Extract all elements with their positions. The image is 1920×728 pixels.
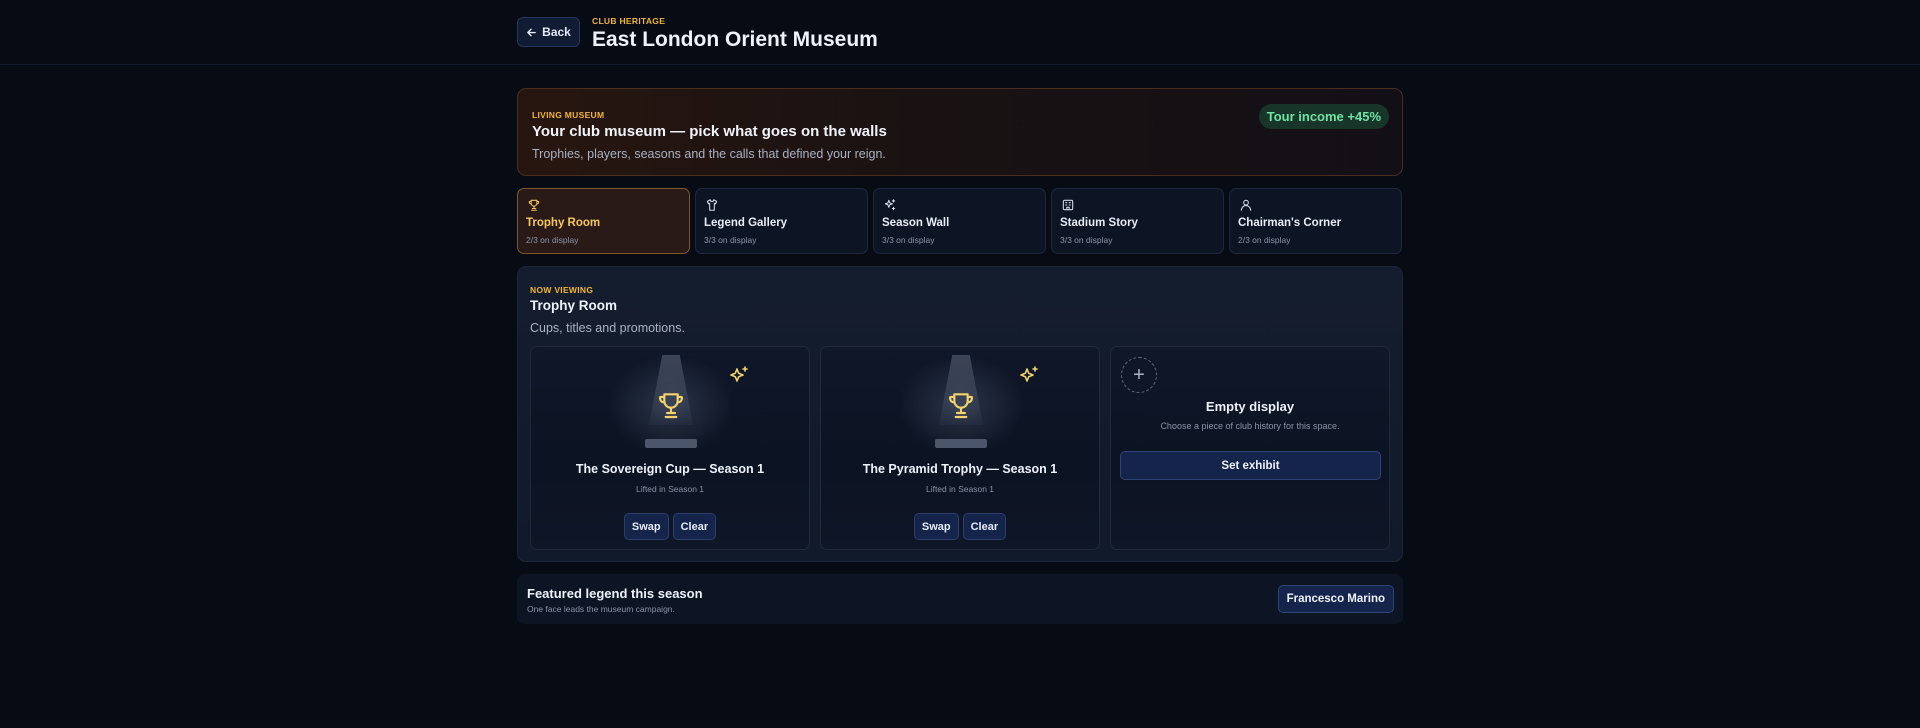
tab-label: Chairman's Corner [1238, 217, 1342, 229]
trophy-icon [949, 393, 973, 419]
panel-subtitle: Cups, titles and promotions. [530, 321, 685, 335]
hero-subtitle: Trophies, players, seasons and the calls… [532, 147, 886, 161]
tab-count: 3/3 on display [1060, 235, 1113, 245]
page-kicker: CLUB HERITAGE [592, 16, 666, 26]
user-icon [1240, 199, 1252, 211]
tab-count: 3/3 on display [704, 235, 757, 245]
swap-button[interactable]: Swap [913, 513, 959, 540]
empty-subtitle: Choose a piece of club history for this … [1160, 421, 1340, 431]
exhibit-subtitle: Lifted in Season 1 [635, 484, 705, 494]
featured-legend-bar: Featured legend this season One face lea… [517, 574, 1403, 624]
display-plinth [645, 439, 697, 448]
trophy-icon [659, 393, 683, 419]
plus-icon: + [1121, 357, 1157, 393]
shirt-icon [706, 199, 718, 211]
hero-kicker: LIVING MUSEUM [532, 110, 605, 120]
swap-button[interactable]: Swap [623, 513, 669, 540]
tab-label: Season Wall [882, 217, 950, 229]
tab-legend-gallery[interactable]: Legend Gallery 3/3 on display [695, 188, 868, 254]
tab-label: Trophy Room [526, 217, 601, 229]
tab-stadium-story[interactable]: Stadium Story 3/3 on display [1051, 188, 1224, 254]
sparkles-icon [730, 366, 748, 382]
exhibit-title: The Pyramid Trophy — Season 1 [862, 462, 1058, 476]
panel-title: Trophy Room [530, 298, 617, 313]
stadium-icon [1062, 199, 1074, 211]
back-label: Back [542, 25, 571, 39]
tab-label: Stadium Story [1060, 217, 1138, 229]
display-plinth [935, 439, 987, 448]
tab-trophy-room[interactable]: Trophy Room 2/3 on display [517, 188, 690, 254]
set-exhibit-button[interactable]: Set exhibit [1120, 451, 1381, 480]
sparkles-icon [1020, 366, 1038, 382]
exhibit-subtitle: Lifted in Season 1 [925, 484, 995, 494]
exhibit-card: The Sovereign Cup — Season 1 Lifted in S… [530, 346, 810, 550]
page-title: East London Orient Museum [592, 28, 878, 51]
panel-kicker: NOW VIEWING [530, 285, 594, 295]
featured-title: Featured legend this season [527, 586, 703, 601]
tab-label: Legend Gallery [704, 217, 788, 229]
back-button[interactable]: Back [517, 17, 580, 47]
clear-button[interactable]: Clear [672, 513, 717, 540]
now-viewing-panel: NOW VIEWING Trophy Room Cups, titles and… [517, 266, 1403, 562]
exhibit-card: The Pyramid Trophy — Season 1 Lifted in … [820, 346, 1100, 550]
featured-legend-button[interactable]: Francesco Marino [1277, 585, 1394, 613]
tab-count: 2/3 on display [526, 235, 579, 245]
clear-button[interactable]: Clear [962, 513, 1007, 540]
exhibit-actions: Swap Clear [821, 513, 1099, 540]
tab-season-wall[interactable]: Season Wall 3/3 on display [873, 188, 1046, 254]
trophy-icon [528, 199, 540, 211]
hero-banner: LIVING MUSEUM Your club museum — pick wh… [517, 88, 1403, 176]
arrow-left-icon [527, 28, 537, 36]
exhibit-actions: Swap Clear [531, 513, 809, 540]
top-bar: Back CLUB HERITAGE East London Orient Mu… [0, 0, 1920, 65]
sparkles-icon [884, 199, 896, 211]
tab-count: 2/3 on display [1238, 235, 1291, 245]
featured-subtitle: One face leads the museum campaign. [527, 604, 675, 614]
tab-count: 3/3 on display [882, 235, 935, 245]
exhibit-title: The Sovereign Cup — Season 1 [575, 462, 765, 476]
tab-chairmans-corner[interactable]: Chairman's Corner 2/3 on display [1229, 188, 1402, 254]
empty-title: Empty display [1205, 399, 1295, 414]
tour-income-badge: Tour income +45% [1258, 104, 1389, 129]
empty-display-card: + Empty display Choose a piece of club h… [1110, 346, 1390, 550]
hero-title: Your club museum — pick what goes on the… [532, 123, 887, 140]
